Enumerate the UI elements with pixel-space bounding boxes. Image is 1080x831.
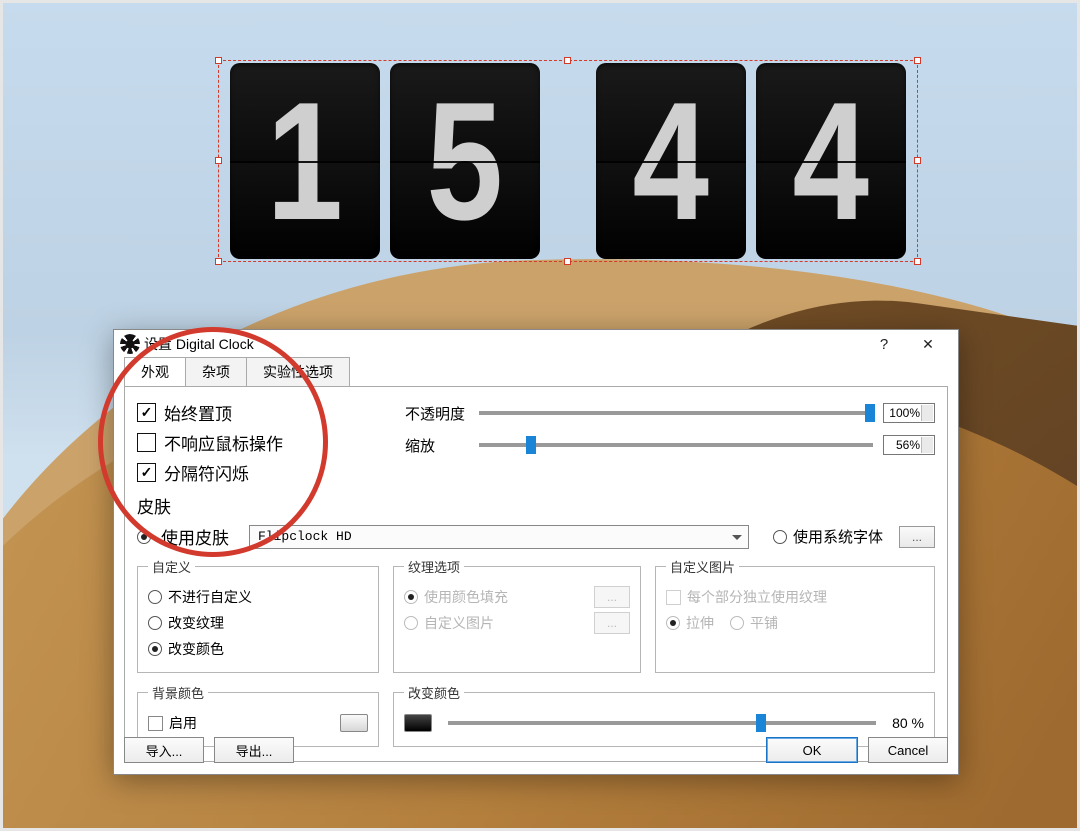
label: 分隔符闪烁 <box>164 460 249 485</box>
opacity-row: 不透明度 100%▲▼ <box>405 397 935 429</box>
titlebar[interactable]: 设置 Digital Clock ? ✕ <box>114 330 958 358</box>
check-bg-enable[interactable]: 启用 <box>148 710 368 736</box>
font-picker-button[interactable]: ... <box>899 526 935 548</box>
zoom-slider[interactable] <box>479 443 873 447</box>
group-texture: 纹理选项 使用颜色填充... 自定义图片... <box>393 557 641 673</box>
radio-change-texture[interactable]: 改变纹理 <box>148 610 368 636</box>
pick-button: ... <box>594 586 630 608</box>
color-slider-row: 80 % <box>404 710 924 736</box>
checkbox-icon[interactable] <box>137 433 156 452</box>
radio-custom-image: 自定义图片... <box>404 610 630 636</box>
legend: 背景颜色 <box>148 683 208 702</box>
export-button[interactable]: 导出... <box>214 737 294 763</box>
checkbox-icon[interactable] <box>137 403 156 422</box>
gear-icon <box>122 336 138 352</box>
group-image: 自定义图片 每个部分独立使用纹理 拉伸 平铺 <box>655 557 935 673</box>
radio-use-skin[interactable] <box>137 530 151 544</box>
settings-dialog: 设置 Digital Clock ? ✕ 外观 杂项 实验性选项 始终置顶 不响… <box>113 329 959 775</box>
tab-misc[interactable]: 杂项 <box>185 357 247 386</box>
group-customize: 自定义 不进行自定义 改变纹理 改变颜色 <box>137 557 379 673</box>
opacity-spin[interactable]: 100%▲▼ <box>883 403 935 423</box>
clock-digit: 4 <box>756 63 906 259</box>
color-slider[interactable] <box>448 721 876 725</box>
label: 使用颜色填充 <box>424 587 508 607</box>
digit: 4 <box>793 77 870 245</box>
color-swatch[interactable] <box>340 714 368 732</box>
flip-clock[interactable]: 1 5 4 4 <box>219 61 917 261</box>
label: 改变颜色 <box>168 639 224 659</box>
value: Flipclock HD <box>258 529 352 544</box>
digit: 1 <box>267 77 344 245</box>
label: 使用系统字体 <box>793 526 883 547</box>
label: 不进行自定义 <box>168 587 252 607</box>
tab-experimental[interactable]: 实验性选项 <box>246 357 350 386</box>
clock-digit: 5 <box>390 63 540 259</box>
checkbox-icon[interactable] <box>137 463 156 482</box>
import-button[interactable]: 导入... <box>124 737 204 763</box>
dialog-footer: 导入... 导出... OK Cancel <box>124 736 948 764</box>
value: 100% <box>889 406 920 420</box>
value: 56% <box>896 438 920 452</box>
check-per-part: 每个部分独立使用纹理 <box>666 584 924 610</box>
digit: 4 <box>633 77 710 245</box>
skin-section-title: 皮肤 <box>137 493 935 518</box>
option-separator-blink[interactable]: 分隔符闪烁 <box>137 457 387 487</box>
option-always-top[interactable]: 始终置顶 <box>137 397 387 427</box>
tab-appearance[interactable]: 外观 <box>124 357 186 386</box>
radio-no-custom[interactable]: 不进行自定义 <box>148 584 368 610</box>
opacity-label: 不透明度 <box>405 403 469 424</box>
zoom-label: 缩放 <box>405 435 469 456</box>
pick-button: ... <box>594 612 630 634</box>
clock-digit: 4 <box>596 63 746 259</box>
image-mode-row: 拉伸 平铺 <box>666 610 924 636</box>
radio-fill-color: 使用颜色填充... <box>404 584 630 610</box>
color-value: 80 % <box>892 715 924 731</box>
option-ignore-mouse[interactable]: 不响应鼠标操作 <box>137 427 387 457</box>
label: 改变纹理 <box>168 613 224 633</box>
ok-button[interactable]: OK <box>766 737 858 763</box>
zoom-spin[interactable]: 56%▲▼ <box>883 435 935 455</box>
radio-system-font[interactable] <box>773 530 787 544</box>
tab-panel-appearance: 始终置顶 不响应鼠标操作 分隔符闪烁 不透明度 100%▲▼ 缩放 56%▲▼ <box>124 386 948 762</box>
color-swatch[interactable] <box>404 714 432 732</box>
label: 拉伸 <box>686 613 714 633</box>
clock-digit: 1 <box>230 63 380 259</box>
label: 启用 <box>169 713 197 733</box>
label: 使用皮肤 <box>161 524 229 549</box>
checkbox-icon[interactable] <box>148 716 163 731</box>
label: 平铺 <box>750 613 778 633</box>
label: 不响应鼠标操作 <box>164 430 283 455</box>
skin-combobox[interactable]: Flipclock HD <box>249 525 749 549</box>
legend: 改变颜色 <box>404 683 464 702</box>
radio-change-color[interactable]: 改变颜色 <box>148 636 368 662</box>
label: 始终置顶 <box>164 400 232 425</box>
dialog-title: 设置 Digital Clock <box>144 334 254 354</box>
zoom-row: 缩放 56%▲▼ <box>405 429 935 461</box>
digit: 5 <box>427 77 504 245</box>
close-button[interactable]: ✕ <box>906 336 950 353</box>
legend: 自定义 <box>148 557 195 576</box>
label: 自定义图片 <box>424 613 494 633</box>
cancel-button[interactable]: Cancel <box>868 737 948 763</box>
opacity-slider[interactable] <box>479 411 873 415</box>
clock-selection[interactable]: 1 5 4 4 <box>218 60 918 262</box>
legend: 自定义图片 <box>666 557 739 576</box>
label: 每个部分独立使用纹理 <box>687 587 827 607</box>
tab-bar: 外观 杂项 实验性选项 <box>124 360 948 386</box>
help-button[interactable]: ? <box>862 336 906 353</box>
legend: 纹理选项 <box>404 557 464 576</box>
